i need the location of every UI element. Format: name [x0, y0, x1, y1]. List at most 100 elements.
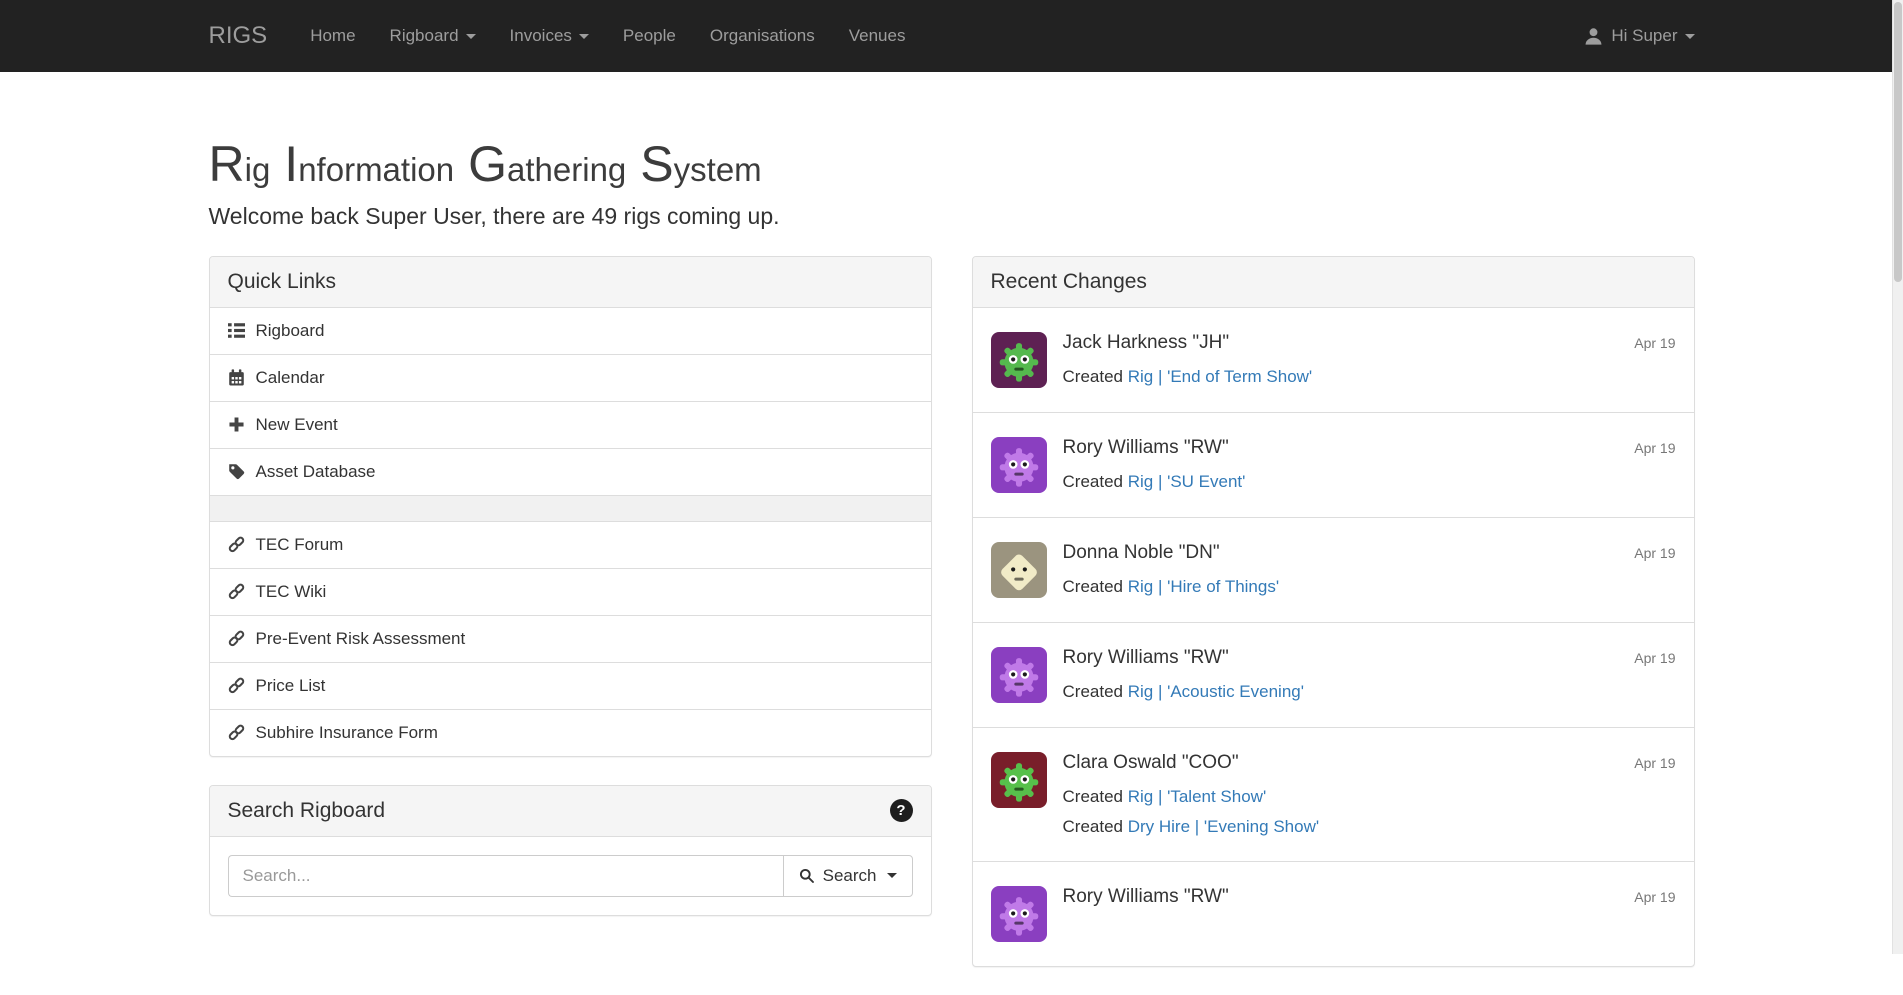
nav-item-rigboard[interactable]: Rigboard: [373, 0, 493, 72]
person-link[interactable]: Rory Williams "RW": [1063, 886, 1229, 908]
welcome-message: Welcome back Super User, there are 49 ri…: [209, 203, 1695, 230]
avatar: [991, 437, 1047, 493]
action-prefix: Created: [1063, 367, 1123, 386]
nav-item-people[interactable]: People: [606, 0, 693, 72]
nav-item-home[interactable]: Home: [293, 0, 372, 72]
search-icon: [799, 868, 815, 884]
quick-link-tec-forum[interactable]: TEC Forum: [210, 522, 931, 569]
navbar-menu: Home Rigboard Invoices People Organisati…: [293, 0, 922, 72]
search-button-label: Search: [823, 866, 877, 886]
quick-link-label: Calendar: [256, 368, 325, 388]
list-item: Rory Williams "RW" Apr 19 Created Rig | …: [973, 623, 1694, 728]
list-item: Rory Williams "RW" Apr 19 Created Rig | …: [973, 413, 1694, 518]
change-date: Apr 19: [1634, 440, 1675, 456]
quick-link-new-event[interactable]: New Event: [210, 402, 931, 449]
action-prefix: Created: [1063, 577, 1123, 596]
recent-changes-title: Recent Changes: [973, 257, 1694, 308]
scrollbar-thumb[interactable]: [1894, 2, 1902, 282]
monster-avatar-icon: [991, 886, 1047, 942]
quick-links-title: Quick Links: [210, 257, 931, 308]
change-description: Created Rig | 'Acoustic Evening': [1063, 682, 1676, 702]
avatar: [991, 542, 1047, 598]
change-description: Created Rig | 'Hire of Things': [1063, 577, 1676, 597]
plus-icon: [228, 416, 245, 433]
quick-link-pre-event-risk-assessment[interactable]: Pre-Event Risk Assessment: [210, 616, 931, 663]
search-button[interactable]: Search: [783, 855, 913, 897]
quick-links-list: Rigboard Calendar New Event Asset Databa…: [210, 308, 931, 756]
link-icon: [228, 583, 245, 600]
quick-link-label: New Event: [256, 415, 338, 435]
chevron-down-icon: [579, 34, 589, 39]
monster-avatar-icon: [991, 437, 1047, 493]
chevron-down-icon: [887, 873, 897, 878]
list-item: Jack Harkness "JH" Apr 19 Created Rig | …: [973, 308, 1694, 413]
quick-link-price-list[interactable]: Price List: [210, 663, 931, 710]
avatar: [991, 332, 1047, 388]
navbar: RIGS Home Rigboard Invoices People Organ…: [0, 0, 1903, 72]
search-input-group: Search: [228, 855, 913, 897]
person-link[interactable]: Rory Williams "RW": [1063, 647, 1229, 669]
chevron-down-icon: [1685, 34, 1695, 39]
chevron-down-icon: [466, 34, 476, 39]
right-column: Recent Changes Jack Harkness "JH" Apr 19: [972, 256, 1695, 995]
rig-link[interactable]: Rig | 'Acoustic Evening': [1128, 682, 1304, 701]
rig-link[interactable]: Rig | 'SU Event': [1128, 472, 1246, 491]
dry-hire-link[interactable]: Dry Hire | 'Evening Show': [1128, 817, 1319, 836]
change-date: Apr 19: [1634, 755, 1675, 771]
action-prefix: Created: [1063, 472, 1123, 491]
rig-link[interactable]: Rig | 'End of Term Show': [1128, 367, 1312, 386]
link-icon: [228, 536, 245, 553]
monster-avatar-icon: [991, 542, 1047, 598]
left-column: Quick Links Rigboard Calendar New Event: [209, 256, 932, 944]
nav-item-organisations[interactable]: Organisations: [693, 0, 832, 72]
tag-icon: [228, 463, 245, 480]
change-date: Apr 19: [1634, 650, 1675, 666]
list-item: Rory Williams "RW" Apr 19: [973, 862, 1694, 966]
person-link[interactable]: Donna Noble "DN": [1063, 542, 1220, 564]
quick-link-rigboard[interactable]: Rigboard: [210, 308, 931, 355]
quick-link-label: Price List: [256, 676, 326, 696]
recent-changes-panel: Recent Changes Jack Harkness "JH" Apr 19: [972, 256, 1695, 967]
quick-link-tec-wiki[interactable]: TEC Wiki: [210, 569, 931, 616]
page-title: RigInformationGatheringSystem: [209, 138, 1695, 191]
change-date: Apr 19: [1634, 335, 1675, 351]
quick-link-subhire-insurance-form[interactable]: Subhire Insurance Form: [210, 710, 931, 756]
change-date: Apr 19: [1634, 545, 1675, 561]
person-link[interactable]: Rory Williams "RW": [1063, 437, 1229, 459]
user-menu[interactable]: Hi Super: [1584, 26, 1694, 46]
change-description: Created Rig | 'Talent Show': [1063, 787, 1676, 807]
list-item: Donna Noble "DN" Apr 19 Created Rig | 'H…: [973, 518, 1694, 623]
link-icon: [228, 630, 245, 647]
rig-link[interactable]: Rig | 'Talent Show': [1128, 787, 1266, 806]
person-link[interactable]: Jack Harkness "JH": [1063, 332, 1230, 354]
scrollbar[interactable]: [1892, 0, 1903, 954]
rig-link[interactable]: Rig | 'Hire of Things': [1128, 577, 1279, 596]
action-prefix: Created: [1063, 682, 1123, 701]
change-description: Created Rig | 'End of Term Show': [1063, 367, 1676, 387]
monster-avatar-icon: [991, 647, 1047, 703]
link-icon: [228, 677, 245, 694]
search-input[interactable]: [228, 855, 783, 897]
recent-changes-list: Jack Harkness "JH" Apr 19 Created Rig | …: [973, 308, 1694, 966]
quick-links-panel: Quick Links Rigboard Calendar New Event: [209, 256, 932, 757]
user-icon: [1584, 27, 1603, 46]
list-icon: [228, 322, 245, 339]
person-link[interactable]: Clara Oswald "COO": [1063, 752, 1239, 774]
change-date: Apr 19: [1634, 889, 1675, 905]
action-prefix: Created: [1063, 817, 1123, 836]
action-prefix: Created: [1063, 787, 1123, 806]
quick-link-label: Subhire Insurance Form: [256, 723, 438, 743]
quick-link-label: Asset Database: [256, 462, 376, 482]
help-icon[interactable]: [890, 799, 913, 822]
quick-link-label: Pre-Event Risk Assessment: [256, 629, 466, 649]
avatar: [991, 647, 1047, 703]
avatar: [991, 752, 1047, 808]
monster-avatar-icon: [991, 332, 1047, 388]
quick-link-asset-database[interactable]: Asset Database: [210, 449, 931, 496]
nav-item-invoices[interactable]: Invoices: [493, 0, 606, 72]
quick-link-calendar[interactable]: Calendar: [210, 355, 931, 402]
nav-item-venues[interactable]: Venues: [832, 0, 923, 72]
quick-link-label: TEC Wiki: [256, 582, 327, 602]
navbar-brand[interactable]: RIGS: [209, 22, 268, 50]
user-menu-label: Hi Super: [1611, 26, 1677, 46]
